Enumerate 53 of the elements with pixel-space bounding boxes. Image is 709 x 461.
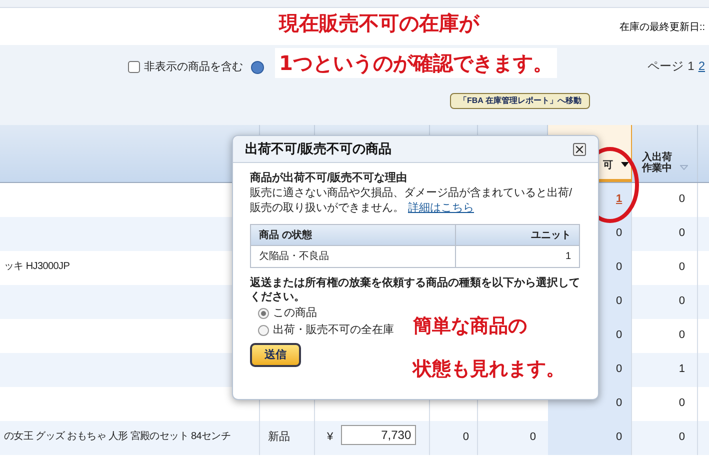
quantity-text: 0 (462, 431, 469, 443)
inbound-count: 0 (678, 295, 685, 307)
table-cell: 欠陥品・不良品 (259, 250, 329, 262)
product-title: ッキ HJ3000JP (4, 261, 70, 272)
inbound-count: 0 (678, 329, 685, 341)
unsellable-count: 0 (616, 295, 622, 307)
popup-title: 出荷不可/販売不可の商品 (245, 140, 392, 158)
price-field[interactable]: 7,730 (341, 425, 416, 445)
inbound-count: 1 (678, 363, 685, 375)
inbound-count: 0 (678, 261, 685, 273)
reason-heading: 商品が出荷不可/販売不可な理由 (250, 171, 408, 186)
inbound-count: 0 (678, 397, 685, 409)
annotation-text: 状態も見れます。 (413, 356, 565, 382)
column-header: 商品 の状態 (259, 230, 312, 241)
close-icon (576, 146, 583, 152)
last-updated-label: 在庫の最終更新日:: (619, 20, 705, 35)
unsellable-count: 0 (616, 431, 622, 443)
annotation-text: 1つというのが確認できます。 (275, 48, 557, 78)
quantity-text: 0 (530, 431, 536, 443)
condition-text: 新品 (268, 431, 290, 443)
inbound-count: 0 (678, 431, 685, 443)
currency-symbol: ¥ (327, 430, 334, 445)
reason-text: 販売に適さない商品や欠損品、ダメージ品が含まれていると出荷/販売の取り扱いができません。 詳細はこちら (250, 186, 574, 216)
prompt-text: 返送または所有権の放棄を依頼する商品の種類を以下から選択してください。 (250, 276, 581, 306)
report-button[interactable]: 「FBA 在庫管理レポート」へ移動 (450, 93, 590, 109)
radio-button[interactable] (258, 308, 269, 320)
radio-label: この商品 (273, 306, 317, 322)
unsellable-count: 0 (616, 329, 622, 341)
product-title: の女王 グッズ おもちゃ 人形 宮殿のセット 84センチ (4, 431, 231, 442)
unsellable-count: 0 (616, 227, 622, 239)
submit-button[interactable]: 送信 (250, 343, 301, 368)
details-link[interactable]: 詳細はこちら (408, 202, 474, 214)
page-label: ページ (648, 58, 684, 75)
column-header: ユニット (531, 230, 571, 241)
annotation-text: 簡単な商品の (413, 314, 528, 339)
include-hidden-label: 非表示の商品を含む (144, 60, 243, 75)
table-cell: 1 (565, 250, 571, 262)
page-link[interactable]: 1 (688, 57, 694, 75)
unsellable-count: 0 (616, 363, 622, 375)
help-icon[interactable] (251, 60, 264, 74)
include-hidden-checkbox[interactable] (128, 61, 140, 74)
sort-caret-icon[interactable] (621, 162, 629, 167)
unsellable-count: 0 (616, 397, 622, 409)
radio-label: 出荷・販売不可の全在庫 (273, 323, 394, 338)
inbound-count: 0 (678, 193, 685, 205)
page-link[interactable]: 2 (698, 57, 705, 75)
column-header[interactable]: 入出荷作業中 (642, 152, 672, 174)
inbound-count: 0 (678, 227, 685, 239)
column-header[interactable]: 可 (603, 160, 613, 171)
close-button[interactable] (573, 142, 586, 156)
unsellable-count-link[interactable]: 1 (616, 193, 622, 205)
radio-button[interactable] (258, 325, 269, 336)
unsellable-count: 0 (616, 261, 622, 273)
